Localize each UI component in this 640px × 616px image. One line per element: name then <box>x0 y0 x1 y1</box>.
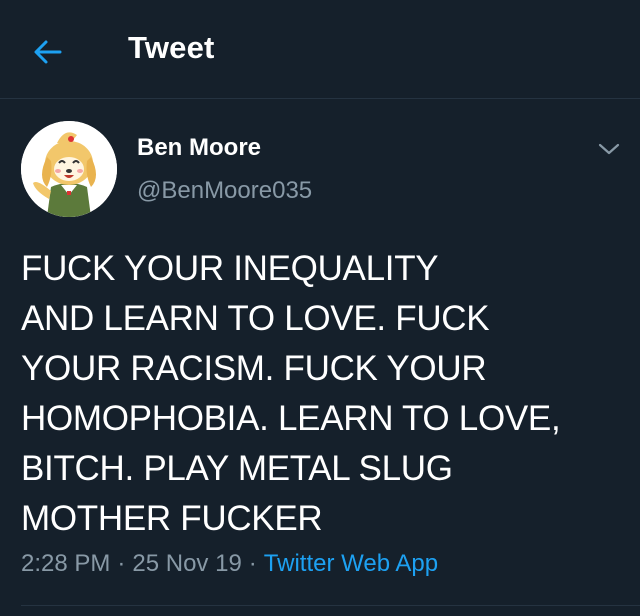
tweet-line: AND LEARN TO LOVE. FUCK <box>21 299 490 338</box>
divider <box>21 605 640 606</box>
tweet-line: FUCK YOUR INEQUALITY <box>21 249 439 288</box>
tweet-time: 2:28 PM <box>21 550 111 577</box>
tweet-line: BITCH. PLAY METAL SLUG <box>21 449 453 488</box>
tweet-line: YOUR RACISM. FUCK YOUR <box>21 349 487 388</box>
avatar-image <box>21 121 117 217</box>
tweet-line: MOTHER FUCKER <box>21 499 323 538</box>
tweet-meta: 2:28 PM · 25 Nov 19 · Twitter Web App <box>21 550 438 578</box>
tweet-menu-button[interactable] <box>592 134 626 164</box>
top-bar: Tweet <box>0 0 640 99</box>
tweet-date: 25 Nov 19 <box>132 550 242 577</box>
tweet-source-link[interactable]: Twitter Web App <box>264 550 438 577</box>
chevron-down-icon <box>598 143 620 155</box>
page-title: Tweet <box>128 30 215 65</box>
author-handle[interactable]: @BenMoore035 <box>137 177 312 205</box>
arrow-left-icon <box>34 40 62 64</box>
avatar[interactable] <box>21 121 117 217</box>
tweet-line: HOMOPHOBIA. LEARN TO LOVE, <box>21 399 561 438</box>
author-name[interactable]: Ben Moore <box>137 134 261 162</box>
back-button[interactable] <box>22 26 74 78</box>
meta-separator: · <box>117 550 126 577</box>
tweet-text: FUCK YOUR INEQUALITY AND LEARN TO LOVE. … <box>21 244 621 544</box>
meta-separator: · <box>248 550 257 577</box>
tweet-detail-page: Tweet Ben Moore @BenMoore035 FUCK YOUR I… <box>0 0 640 616</box>
